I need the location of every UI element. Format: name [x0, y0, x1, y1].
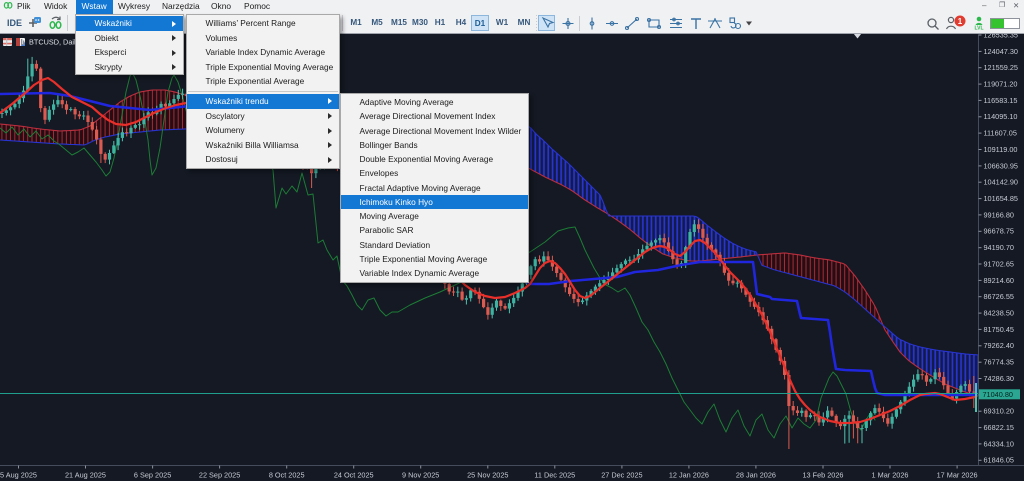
svg-text:116583.15: 116583.15 [984, 96, 1018, 105]
svg-text:1 Mar 2026: 1 Mar 2026 [872, 471, 909, 480]
svg-text:89214.60: 89214.60 [984, 276, 1014, 285]
svg-text:66822.15: 66822.15 [984, 423, 1014, 432]
svg-text:94190.70: 94190.70 [984, 243, 1014, 252]
svg-text:101654.85: 101654.85 [984, 194, 1019, 203]
svg-text:81750.45: 81750.45 [984, 325, 1014, 334]
svg-text:64334.10: 64334.10 [984, 439, 1014, 448]
svg-text:LVL: LVL [974, 26, 983, 32]
svg-text:8 Oct 2025: 8 Oct 2025 [269, 471, 305, 480]
svg-text:121559.25: 121559.25 [984, 63, 1019, 72]
svg-text:12 Jan 2026: 12 Jan 2026 [669, 471, 709, 480]
svg-text:61846.05: 61846.05 [984, 456, 1014, 465]
svg-text:BTCUSD, Daily:: BTCUSD, Daily: [29, 37, 81, 46]
svg-text:109119.00: 109119.00 [984, 145, 1018, 154]
svg-text:76774.35: 76774.35 [984, 358, 1014, 367]
svg-text:74286.30: 74286.30 [984, 374, 1014, 383]
svg-text:91702.65: 91702.65 [984, 259, 1014, 268]
svg-text:11 Dec 2025: 11 Dec 2025 [534, 471, 575, 480]
svg-text:69310.20: 69310.20 [984, 407, 1014, 416]
svg-text:5 Aug 2025: 5 Aug 2025 [0, 471, 37, 480]
svg-text:84238.50: 84238.50 [984, 309, 1014, 318]
svg-text:17 Mar 2026: 17 Mar 2026 [937, 471, 978, 480]
svg-text:1: 1 [958, 17, 963, 26]
svg-text:9 Nov 2025: 9 Nov 2025 [402, 471, 439, 480]
svg-text:13 Feb 2026: 13 Feb 2026 [803, 471, 844, 480]
svg-text:27 Dec 2025: 27 Dec 2025 [601, 471, 642, 480]
svg-text:22 Sep 2025: 22 Sep 2025 [199, 471, 240, 480]
svg-text:71040.80: 71040.80 [983, 390, 1013, 399]
svg-text:25 Nov 2025: 25 Nov 2025 [467, 471, 508, 480]
svg-text:111607.05: 111607.05 [984, 129, 1017, 138]
svg-text:96678.75: 96678.75 [984, 227, 1014, 236]
svg-text:114095.10: 114095.10 [984, 112, 1018, 121]
svg-text:28 Jan 2026: 28 Jan 2026 [736, 471, 776, 480]
svg-text:104142.90: 104142.90 [984, 178, 1019, 187]
svg-text:21 Aug 2025: 21 Aug 2025 [65, 471, 106, 480]
svg-text:106630.95: 106630.95 [984, 161, 1019, 170]
svg-text:124047.30: 124047.30 [984, 47, 1019, 56]
svg-text:79262.40: 79262.40 [984, 341, 1014, 350]
svg-text:99166.80: 99166.80 [984, 210, 1014, 219]
svg-text:86726.55: 86726.55 [984, 292, 1014, 301]
svg-text:24 Oct 2025: 24 Oct 2025 [334, 471, 374, 480]
svg-text:6 Sep 2025: 6 Sep 2025 [134, 471, 171, 480]
svg-text:119071.20: 119071.20 [984, 80, 1018, 89]
